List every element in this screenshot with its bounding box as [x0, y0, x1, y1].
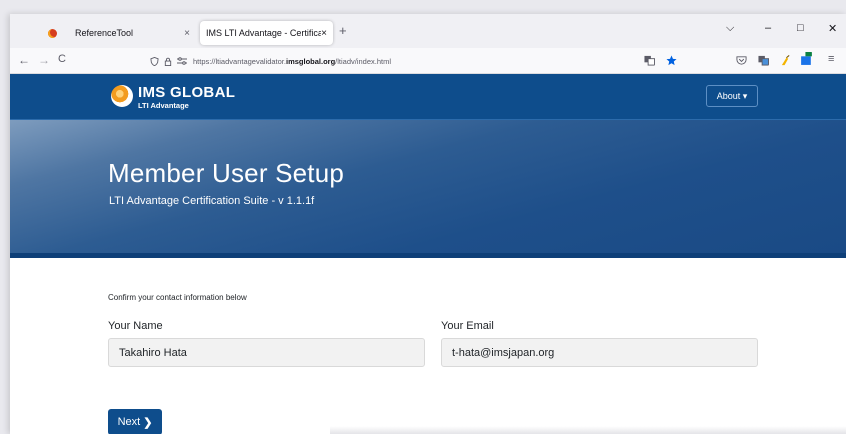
ims-logo-icon[interactable]: [111, 85, 133, 107]
navigation-bar: ← → C https://ltiadvantagevalidator.imsg…: [10, 48, 846, 74]
brand-subtitle: LTI Advantage: [138, 101, 189, 110]
chevron-right-icon: ❯: [143, 416, 153, 429]
url-text: https://ltiadvantagevalidator.imsglobal.…: [193, 56, 392, 66]
name-field[interactable]: Takahiro Hata: [108, 338, 425, 367]
puzzle-extension-icon[interactable]: [800, 52, 813, 66]
menu-icon[interactable]: ≡: [828, 53, 834, 65]
tab-title: IMS LTI Advantage - Certification S…: [206, 28, 322, 38]
pocket-icon[interactable]: [736, 55, 747, 66]
form-instruction: Confirm your contact information below: [108, 293, 247, 302]
brand-name[interactable]: IMS GLOBAL: [138, 84, 235, 101]
email-field[interactable]: t-hata@imsjapan.org: [441, 338, 758, 367]
shield-icon: [150, 56, 159, 66]
tab-list-icon[interactable]: ⌵: [726, 22, 734, 35]
tab-strip: ReferenceTool × IMS LTI Advantage - Cert…: [10, 14, 846, 48]
forward-button[interactable]: →: [38, 53, 50, 67]
site-header: IMS GLOBAL LTI Advantage About ▾: [10, 74, 846, 120]
email-label: Your Email: [441, 320, 494, 332]
reload-button[interactable]: C: [58, 53, 66, 65]
browser-window: ReferenceTool × IMS LTI Advantage - Cert…: [10, 14, 846, 434]
translate-extension-icon[interactable]: [758, 55, 769, 66]
about-dropdown-button[interactable]: About ▾: [706, 85, 758, 107]
page-subtitle: LTI Advantage Certification Suite - v 1.…: [109, 195, 315, 207]
minimize-button[interactable]: –: [765, 22, 771, 34]
new-tab-button[interactable]: +: [339, 23, 347, 38]
tab-ims-lti-advantage[interactable]: IMS LTI Advantage - Certification S… ×: [200, 21, 333, 45]
next-button[interactable]: Next ❯: [108, 409, 162, 434]
lock-icon: [164, 57, 172, 66]
permissions-icon[interactable]: [177, 57, 187, 65]
tab-close-icon[interactable]: ×: [184, 28, 190, 39]
tab-reference-tool[interactable]: ReferenceTool ×: [40, 21, 198, 45]
back-button[interactable]: ←: [18, 53, 30, 67]
tab-close-icon[interactable]: ×: [321, 28, 327, 39]
close-window-button[interactable]: ✕: [828, 22, 837, 35]
overlay-edge: [330, 426, 846, 434]
maximize-button[interactable]: □: [797, 22, 804, 34]
firefox-favicon-icon: [48, 28, 57, 38]
translate-icon[interactable]: [644, 55, 655, 66]
url-bar[interactable]: https://ltiadvantagevalidator.imsglobal.…: [150, 52, 690, 70]
broom-extension-icon[interactable]: [780, 55, 791, 66]
bookmark-star-icon[interactable]: [666, 55, 677, 66]
next-button-label: Next: [117, 416, 141, 428]
page-title: Member User Setup: [108, 158, 345, 188]
tab-title: ReferenceTool: [75, 28, 134, 38]
page-banner: Member User Setup LTI Advantage Certific…: [10, 120, 846, 258]
name-label: Your Name: [108, 320, 163, 332]
